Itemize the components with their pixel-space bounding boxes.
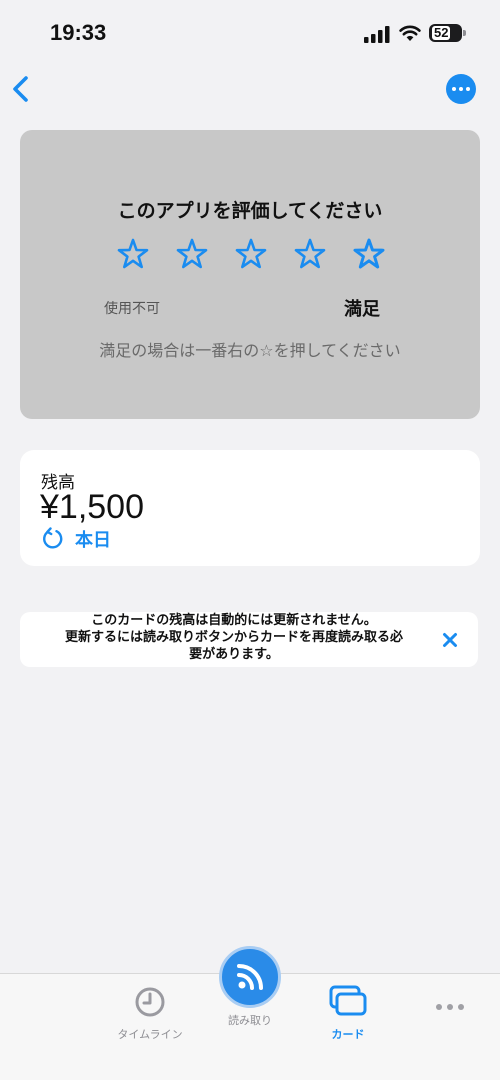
nfc-scan-icon (237, 964, 263, 990)
home-indicator-area (0, 1072, 500, 1080)
refresh-label: 本日 (75, 530, 111, 551)
ellipsis-dot (436, 1004, 442, 1010)
ellipsis-dot (466, 87, 470, 91)
notice-line-2: 更新するには読み取りボタンからカードを再度読み取る必 (64, 630, 403, 645)
card-detail-screen: 19:33 52 このアプリを評価してください 使用不可 満足 満足の場合は一番… (0, 0, 500, 1080)
more-options-button[interactable] (446, 74, 476, 104)
rating-label-satisfied: 満足 (344, 299, 380, 320)
star-5-button[interactable] (352, 237, 386, 271)
tab-scan[interactable]: 読み取り (215, 946, 285, 1028)
tab-more[interactable] (430, 1004, 470, 1014)
balance-notice-banner: このカードの残高は自動的には更新されません。 更新するには読み取りボタンからカー… (20, 612, 478, 667)
ellipsis-dot (459, 87, 463, 91)
notice-line-3: 要があります。 (189, 647, 279, 662)
balance-value: ¥1,500 (40, 488, 144, 526)
balance-card: 残高 ¥1,500 本日 (20, 450, 480, 566)
status-time: 19:33 (50, 20, 107, 45)
tab-scan-label: 読み取り (228, 1014, 272, 1027)
scan-button[interactable] (219, 946, 281, 1008)
star-3-button[interactable] (234, 237, 268, 271)
notice-text: このカードの残高は自動的には更新されません。 更新するには読み取りボタンからカー… (34, 612, 434, 663)
ellipsis-dot (447, 1004, 453, 1010)
wifi-icon (399, 25, 421, 41)
cellular-signal-icon (364, 26, 390, 43)
ellipsis-dot (458, 1004, 464, 1010)
rating-title: このアプリを評価してください (117, 200, 383, 222)
refresh-date-button[interactable]: 本日 (41, 526, 111, 552)
rating-hint: 満足の場合は一番右の☆を押してください (99, 341, 401, 360)
tab-card[interactable]: カード (310, 984, 386, 1042)
battery-nub (463, 30, 466, 36)
battery-level: 52 (432, 25, 451, 40)
back-button[interactable] (10, 74, 32, 104)
ellipsis-dot (452, 87, 456, 91)
notice-line-1: このカードの残高は自動的には更新されません。 (91, 613, 377, 628)
tab-timeline[interactable]: タイムライン (110, 986, 190, 1042)
battery-icon: 52 (429, 24, 462, 42)
star-4-button[interactable] (293, 237, 327, 271)
rating-card: このアプリを評価してください 使用不可 満足 満足の場合は一番右の☆を押してくだ… (20, 130, 480, 419)
tab-timeline-label: タイムライン (117, 1028, 183, 1041)
tab-card-label: カード (331, 1028, 365, 1041)
clock-icon (135, 987, 165, 1017)
refresh-icon (43, 527, 63, 549)
cards-icon (329, 985, 367, 1016)
close-icon[interactable] (442, 632, 458, 648)
status-bar: 19:33 52 (0, 0, 500, 66)
tab-bar: タイムライン 読み取り カード (0, 946, 500, 1080)
star-rating (116, 237, 386, 271)
star-1-button[interactable] (116, 237, 150, 271)
star-2-button[interactable] (175, 237, 209, 271)
rating-label-unusable: 使用不可 (104, 301, 160, 317)
